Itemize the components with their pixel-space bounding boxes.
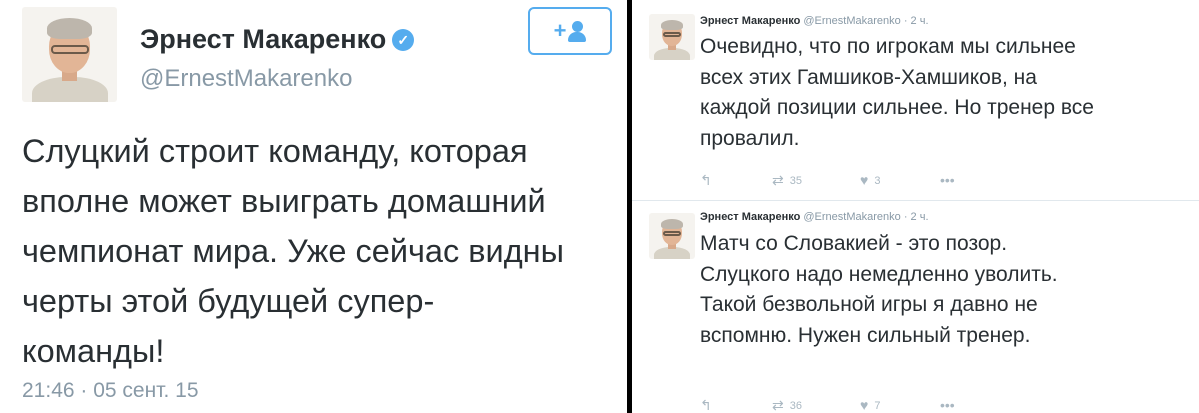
retweet-count: 36 bbox=[789, 400, 802, 412]
reply-button[interactable]: ↰ bbox=[700, 397, 712, 413]
tweet-text: Очевидно, что по игрокам мы сильнее всех… bbox=[700, 35, 1094, 150]
verified-badge-icon: ✓ bbox=[392, 29, 415, 51]
author-avatar[interactable] bbox=[649, 213, 695, 259]
left-tweet-panel: Эрнест Макаренко ✓ @ErnestMakarenko + Слу… bbox=[0, 0, 627, 413]
author-handle[interactable]: @ErnestMakarenko bbox=[803, 211, 900, 223]
author-name-text[interactable]: Эрнест Макаренко bbox=[140, 24, 386, 54]
like-icon: ♥ bbox=[860, 172, 869, 188]
reply-button[interactable]: ↰ bbox=[700, 172, 712, 189]
add-user-icon bbox=[568, 20, 587, 42]
author-avatar[interactable] bbox=[649, 14, 695, 60]
more-button[interactable]: ••• bbox=[940, 172, 955, 188]
retweet-count: 35 bbox=[789, 175, 802, 187]
tweet-time[interactable]: · 2 ч. bbox=[904, 15, 929, 27]
like-count: 7 bbox=[874, 400, 881, 412]
tweet-header: Эрнест Макаренко @ErnestMakarenko · 2 ч. bbox=[700, 211, 929, 223]
tweet-text: Слуцкий строит команду, которая вполне м… bbox=[22, 133, 564, 369]
retweet-button[interactable]: ⇄ 35 bbox=[772, 172, 802, 189]
follow-plus: + bbox=[553, 18, 567, 43]
follow-button[interactable]: + bbox=[528, 7, 612, 55]
reply-icon: ↰ bbox=[700, 397, 712, 413]
like-button[interactable]: ♥ 7 bbox=[860, 397, 880, 413]
tweet-text: Матч со Словакией - это позор. Слуцкого … bbox=[700, 232, 1058, 347]
author-name[interactable]: Эрнест Макаренко ✓ bbox=[140, 24, 415, 55]
author-handle[interactable]: @ErnestMakarenko bbox=[803, 15, 900, 27]
timeline-tweet[interactable]: Эрнест Макаренко @ErnestMakarenko · 2 ч.… bbox=[632, 0, 1199, 201]
like-icon: ♥ bbox=[860, 397, 869, 413]
author-handle[interactable]: @ErnestMakarenko bbox=[140, 65, 352, 93]
like-button[interactable]: ♥ 3 bbox=[860, 172, 880, 188]
timeline-tweet[interactable]: Эрнест Макаренко @ErnestMakarenko · 2 ч.… bbox=[632, 201, 1199, 413]
author-name[interactable]: Эрнест Макаренко bbox=[700, 15, 800, 27]
more-icon: ••• bbox=[940, 172, 955, 188]
author-name[interactable]: Эрнест Макаренко bbox=[700, 211, 800, 223]
retweet-button[interactable]: ⇄ 36 bbox=[772, 397, 802, 413]
author-avatar[interactable] bbox=[22, 7, 117, 102]
like-count: 3 bbox=[874, 175, 881, 187]
more-button[interactable]: ••• bbox=[940, 397, 955, 413]
retweet-icon: ⇄ bbox=[772, 397, 784, 413]
right-timeline-panel: Эрнест Макаренко @ErnestMakarenko · 2 ч.… bbox=[632, 0, 1199, 413]
reply-icon: ↰ bbox=[700, 172, 712, 188]
more-icon: ••• bbox=[940, 397, 955, 413]
retweet-icon: ⇄ bbox=[772, 172, 784, 188]
tweet-header: Эрнест Макаренко @ErnestMakarenko · 2 ч. bbox=[700, 15, 929, 27]
tweet-timestamp[interactable]: 21:46 · 05 сент. 15 bbox=[22, 379, 199, 403]
tweet-time[interactable]: · 2 ч. bbox=[904, 211, 929, 223]
